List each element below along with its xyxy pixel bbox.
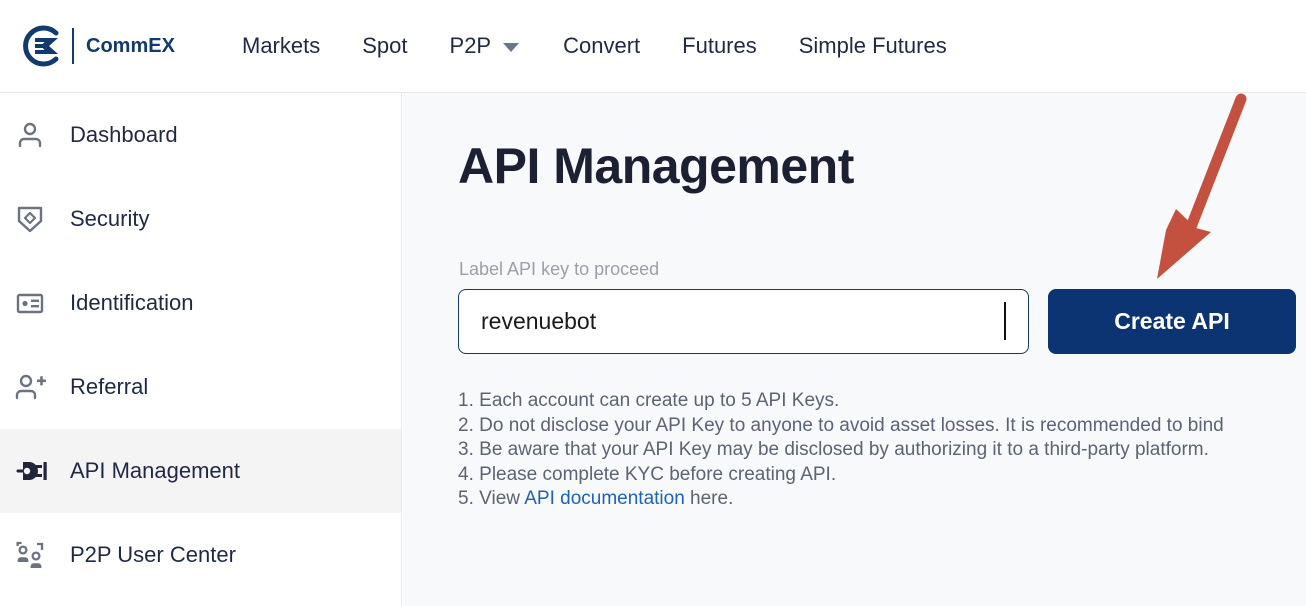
api-label-field-label: Label API key to proceed xyxy=(459,259,660,279)
list-item: 2. Do not disclose your API Key to anyon… xyxy=(458,414,1306,439)
note-number: 3. xyxy=(458,439,474,460)
brand-logo[interactable]: CommEX xyxy=(18,23,198,69)
top-header: CommEX Markets Spot P2P Convert Futures … xyxy=(0,0,1306,93)
plug-icon xyxy=(8,451,52,491)
sidebar-item-api-management[interactable]: API Management xyxy=(0,429,401,513)
main-content: API Management Label API key to proceed … xyxy=(403,93,1306,606)
nav-item-convert[interactable]: Convert xyxy=(563,33,640,59)
note-number: 5. xyxy=(458,488,474,509)
nav-label: Simple Futures xyxy=(798,33,947,58)
commex-wordmark-icon: CommEX xyxy=(86,35,176,57)
nav-item-futures[interactable]: Futures xyxy=(682,33,757,59)
svg-text:CommEX: CommEX xyxy=(86,35,176,57)
note-text: Do not disclose your API Key to anyone t… xyxy=(479,414,1224,436)
api-management-page: CommEX Markets Spot P2P Convert Futures … xyxy=(0,0,1306,606)
api-label-input[interactable] xyxy=(458,289,1029,354)
sidebar-item-dashboard[interactable]: Dashboard xyxy=(0,93,401,177)
page-title: API Management xyxy=(458,138,854,194)
sidebar-item-label: Identification xyxy=(70,290,194,315)
nav-item-spot[interactable]: Spot xyxy=(362,33,407,59)
sidebar-item-label: Referral xyxy=(70,374,149,399)
note-number: 4. xyxy=(458,463,474,485)
list-item: 4. Please complete KYC before creating A… xyxy=(458,463,1306,488)
id-card-icon xyxy=(8,283,52,323)
nav-label: Futures xyxy=(682,33,757,58)
nav-item-p2p[interactable]: P2P xyxy=(450,33,520,59)
list-item: 3. Be aware that your API Key may be dis… xyxy=(458,438,1306,463)
nav-label: P2P xyxy=(449,33,492,58)
shield-icon xyxy=(8,199,52,239)
nav-label: Markets xyxy=(242,33,321,58)
nav-item-simple-futures[interactable]: Simple Futures xyxy=(799,33,947,59)
sidebar-item-referral[interactable]: Referral xyxy=(0,345,401,429)
sidebar-item-label: Dashboard xyxy=(70,122,178,147)
account-sidebar: Dashboard Security Identification Referr… xyxy=(0,93,402,606)
user-plus-icon xyxy=(8,367,52,407)
p2p-users-icon xyxy=(8,535,52,575)
note-number: 2. xyxy=(458,414,474,436)
sidebar-item-identification[interactable]: Identification xyxy=(0,261,401,345)
note-text: Each account can create up to 5 API Keys… xyxy=(479,390,840,411)
api-documentation-link[interactable]: API documentation xyxy=(524,488,685,509)
note-number: 1. xyxy=(458,390,474,411)
sidebar-item-label: Security xyxy=(70,206,150,231)
note-text: Please complete KYC before creating API. xyxy=(479,463,837,485)
user-icon xyxy=(8,115,52,155)
chevron-down-icon xyxy=(503,43,520,52)
main-nav: Markets Spot P2P Convert Futures Simple … xyxy=(242,0,989,93)
nav-item-markets[interactable]: Markets xyxy=(242,33,320,59)
create-api-button[interactable]: Create API xyxy=(1048,289,1296,354)
note-text: Be aware that your API Key may be disclo… xyxy=(479,439,1209,460)
nav-label: Spot xyxy=(362,33,408,58)
sidebar-item-security[interactable]: Security xyxy=(0,177,401,261)
list-item: 5. View API documentation here. xyxy=(458,487,1306,512)
list-item: 1. Each account can create up to 5 API K… xyxy=(458,389,1306,414)
sidebar-item-p2p-user-center[interactable]: P2P User Center xyxy=(0,513,401,597)
sidebar-item-label: P2P User Center xyxy=(70,542,236,567)
note-text-suffix: here. xyxy=(684,488,734,509)
text-cursor xyxy=(1004,302,1006,340)
api-notes-list: 1. Each account can create up to 5 API K… xyxy=(458,389,1306,512)
commex-circle-ex-logo-icon xyxy=(23,25,59,67)
nav-label: Convert xyxy=(563,33,641,58)
logo-divider xyxy=(72,28,74,64)
note-text-prefix: View xyxy=(479,488,525,509)
sidebar-item-label: API Management xyxy=(70,458,240,483)
